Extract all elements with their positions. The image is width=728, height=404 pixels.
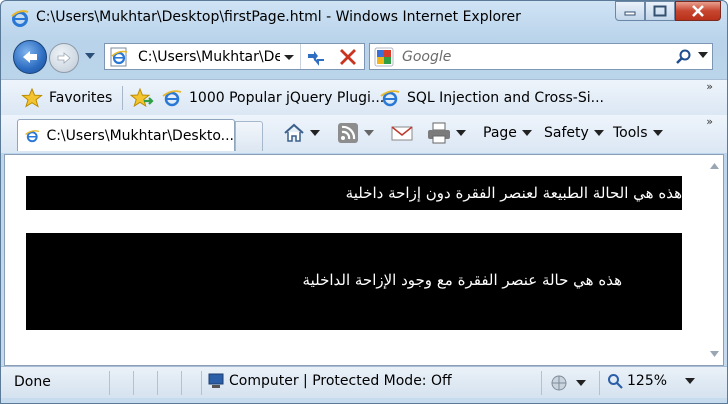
refresh-icon[interactable] bbox=[305, 48, 327, 66]
rss-feed-icon bbox=[338, 123, 358, 143]
address-bar[interactable]: C:\Users\Mukhtar\De bbox=[104, 43, 365, 70]
scroll-down-icon[interactable] bbox=[710, 351, 719, 357]
page-menu-label: Page bbox=[483, 125, 517, 141]
status-divider bbox=[133, 371, 134, 395]
ie-page-icon bbox=[380, 90, 400, 107]
new-tab-button[interactable] bbox=[235, 121, 263, 151]
read-mail-button[interactable] bbox=[391, 121, 413, 145]
print-button[interactable] bbox=[427, 121, 466, 145]
minimize-icon bbox=[624, 11, 636, 16]
status-divider bbox=[109, 371, 110, 395]
mail-icon bbox=[391, 126, 413, 141]
zoom-dropdown-icon bbox=[685, 378, 696, 384]
back-button[interactable] bbox=[13, 40, 47, 74]
paragraph-no-padding: هذه هي الحالة الطبيعة لعنصر الفقرة دون إ… bbox=[26, 176, 682, 210]
window-controls bbox=[615, 1, 721, 23]
status-divider bbox=[541, 371, 542, 395]
feeds-dropdown-icon[interactable] bbox=[364, 130, 374, 136]
maximize-button[interactable] bbox=[645, 1, 675, 21]
security-zone[interactable]: Computer | Protected Mode: Off bbox=[207, 373, 452, 389]
globe-lock-icon bbox=[551, 375, 567, 391]
tools-menu[interactable]: Tools bbox=[613, 121, 663, 145]
page-dropdown-icon bbox=[521, 130, 532, 136]
magnifier-icon[interactable] bbox=[676, 49, 692, 65]
ie-logo-icon bbox=[11, 10, 29, 27]
status-divider bbox=[157, 371, 158, 395]
search-input[interactable]: Google bbox=[402, 49, 451, 65]
address-divider bbox=[300, 44, 301, 69]
address-input[interactable]: C:\Users\Mukhtar\De bbox=[138, 49, 280, 65]
favorite-link-label: SQL Injection and Cross-Si... bbox=[407, 90, 604, 106]
home-icon bbox=[284, 123, 304, 142]
status-bar: Done Computer | Protected Mode: Off 125% bbox=[1, 366, 727, 398]
tab-label: C:\Users\Mukhtar\Deskto... bbox=[46, 127, 234, 144]
search-bar[interactable]: Google bbox=[369, 43, 713, 70]
protected-mode-button[interactable] bbox=[549, 371, 586, 395]
status-text: Done bbox=[14, 374, 51, 390]
favorites-bar: Favorites 1000 Popular jQuery Plugi... S… bbox=[1, 79, 727, 115]
computer-zone-icon bbox=[208, 373, 224, 388]
address-dropdown-icon[interactable] bbox=[281, 50, 297, 64]
tab-and-command-bar: C:\Users\Mukhtar\Deskto... Page Safety T… bbox=[1, 115, 727, 153]
maximize-icon bbox=[653, 5, 667, 17]
zoom-level: 125% bbox=[627, 373, 668, 389]
window-title: C:\Users\Mukhtar\Desktop\firstPage.html … bbox=[36, 9, 521, 25]
ie-window: C:\Users\Mukhtar\Desktop\firstPage.html … bbox=[0, 0, 728, 404]
zoom-control[interactable]: 125% bbox=[607, 373, 696, 389]
title-bar[interactable]: C:\Users\Mukhtar\Desktop\firstPage.html … bbox=[1, 1, 727, 35]
home-dropdown-icon[interactable] bbox=[310, 130, 320, 136]
home-button[interactable] bbox=[283, 121, 320, 145]
stop-icon[interactable] bbox=[337, 48, 359, 66]
safety-menu[interactable]: Safety bbox=[544, 121, 604, 145]
favorites-divider bbox=[122, 86, 123, 110]
protected-mode-dropdown-icon bbox=[576, 380, 586, 386]
favorite-link-jquery[interactable]: 1000 Popular jQuery Plugi... bbox=[161, 88, 384, 108]
close-button[interactable] bbox=[675, 1, 721, 21]
page-viewport: هذه هي الحالة الطبيعة لعنصر الفقرة دون إ… bbox=[4, 154, 724, 366]
search-options-icon[interactable] bbox=[698, 52, 708, 60]
favorites-label: Favorites bbox=[49, 90, 113, 106]
feeds-button[interactable] bbox=[337, 121, 374, 145]
page-menu[interactable]: Page bbox=[483, 121, 532, 145]
favorites-star-icon bbox=[21, 88, 43, 108]
safety-menu-label: Safety bbox=[544, 125, 589, 141]
minimize-button[interactable] bbox=[615, 1, 645, 21]
safety-dropdown-icon bbox=[593, 130, 604, 136]
forward-arrow-icon bbox=[57, 52, 71, 64]
security-zone-label: Computer | Protected Mode: Off bbox=[229, 373, 452, 389]
google-icon bbox=[374, 47, 394, 67]
navigation-bar: C:\Users\Mukhtar\De Google bbox=[1, 35, 727, 75]
ie-page-icon bbox=[25, 129, 40, 142]
add-favorite-button[interactable] bbox=[130, 88, 154, 108]
tools-dropdown-icon bbox=[652, 130, 663, 136]
scroll-up-icon[interactable] bbox=[710, 163, 719, 169]
tools-menu-label: Tools bbox=[613, 125, 648, 141]
status-divider bbox=[599, 371, 600, 395]
favorite-link-sql[interactable]: SQL Injection and Cross-Si... bbox=[379, 88, 604, 108]
paragraph-with-padding: هذه هي حالة عنصر الفقرة مع وجود الإزاحة … bbox=[26, 233, 682, 330]
forward-button[interactable] bbox=[49, 43, 79, 73]
status-divider bbox=[201, 371, 202, 395]
status-divider bbox=[181, 371, 182, 395]
favorite-link-label: 1000 Popular jQuery Plugi... bbox=[189, 90, 385, 106]
page-icon bbox=[110, 47, 128, 67]
favorites-button[interactable]: Favorites bbox=[21, 88, 112, 108]
vertical-scrollbar[interactable] bbox=[706, 155, 723, 365]
add-to-favorites-icon bbox=[130, 88, 154, 108]
back-arrow-icon bbox=[23, 51, 37, 63]
command-overflow-icon[interactable]: » bbox=[706, 115, 713, 128]
history-dropdown-icon[interactable] bbox=[85, 53, 95, 61]
ie-page-icon bbox=[162, 90, 182, 107]
tab-current-page[interactable]: C:\Users\Mukhtar\Deskto... bbox=[17, 119, 235, 151]
printer-icon bbox=[428, 122, 450, 144]
favorites-overflow-icon[interactable]: » bbox=[706, 80, 713, 93]
close-icon bbox=[692, 5, 704, 17]
zoom-magnifier-icon bbox=[608, 374, 623, 389]
print-dropdown-icon[interactable] bbox=[456, 130, 466, 136]
